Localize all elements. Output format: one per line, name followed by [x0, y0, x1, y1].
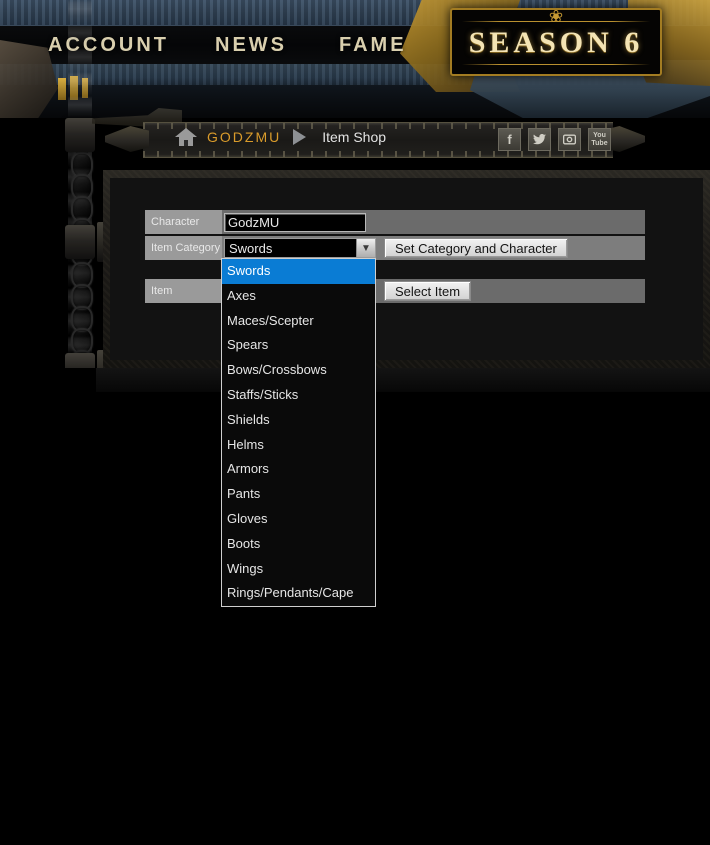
character-input[interactable]	[224, 212, 366, 232]
item-category-option[interactable]: Bows/Crossbows	[222, 358, 375, 383]
select-item-button[interactable]: Select Item	[384, 281, 472, 301]
item-category-option[interactable]: Pants	[222, 482, 375, 507]
item-category-option[interactable]: Axes	[222, 284, 375, 309]
nav-item-news[interactable]: NEWS	[215, 34, 287, 57]
social-links: f You Tube	[498, 128, 611, 151]
item-category-option[interactable]: Wings	[222, 557, 375, 582]
item-category-option[interactable]: Boots	[222, 532, 375, 557]
page-body-shade	[96, 368, 710, 392]
breadcrumb-user[interactable]: GODZMU	[207, 129, 281, 145]
item-category-option[interactable]: Shields	[222, 408, 375, 433]
main-navigation: ACCOUNT NEWS FAME	[0, 25, 440, 65]
chain-clamp	[65, 225, 95, 259]
character-label: Character	[145, 210, 222, 234]
form-row-item-category: Item Category Swords ▼ Set Category and …	[145, 236, 645, 260]
character-field-cell	[222, 210, 645, 234]
item-category-option[interactable]: Staffs/Sticks	[222, 383, 375, 408]
nav-item-fame[interactable]: FAME	[339, 34, 407, 57]
home-icon[interactable]	[175, 128, 197, 146]
nav-item-account[interactable]: ACCOUNT	[48, 34, 169, 57]
breadcrumb-rivets-bottom	[143, 151, 613, 157]
item-category-select[interactable]: Swords ▼	[224, 238, 376, 258]
facebook-icon[interactable]: f	[498, 128, 521, 151]
youtube-icon-line2: Tube	[591, 139, 608, 147]
item-category-option[interactable]: Swords	[222, 259, 375, 284]
item-category-label: Item Category	[145, 236, 222, 260]
chain-clamp	[65, 118, 95, 152]
youtube-icon-line1: You	[593, 132, 606, 140]
item-category-field-cell: Swords ▼ Set Category and Character	[222, 236, 645, 260]
item-category-option[interactable]: Armors	[222, 457, 375, 482]
item-category-option[interactable]: Gloves	[222, 507, 375, 532]
breadcrumb-cap-left	[105, 126, 149, 152]
youtube-icon[interactable]: You Tube	[588, 128, 611, 151]
item-category-option[interactable]: Maces/Scepter	[222, 309, 375, 334]
item-category-selected-value: Swords	[229, 240, 273, 256]
item-category-dropdown-list[interactable]: Swords Axes Maces/Scepter Spears Bows/Crossb…	[221, 258, 376, 608]
season-badge: ❀ SEASON 6	[450, 8, 662, 76]
form-row-character: Character	[145, 210, 645, 234]
form-row-item: Item ▼ Select Item	[145, 279, 645, 303]
twitter-icon[interactable]	[528, 128, 551, 151]
breadcrumb: GODZMU Item Shop	[175, 128, 386, 146]
item-shop-panel	[110, 178, 703, 360]
item-category-option[interactable]: Spears	[222, 333, 375, 358]
season-rule-bottom	[462, 64, 650, 65]
breadcrumb-current-page: Item Shop	[322, 129, 387, 145]
chevron-down-icon[interactable]: ▼	[356, 239, 375, 257]
site-banner: ACCOUNT NEWS FAME ❀ SEASON 6	[0, 0, 710, 118]
season-ornament-icon: ❀	[548, 8, 564, 26]
set-category-and-character-button[interactable]: Set Category and Character	[384, 238, 568, 258]
item-category-option[interactable]: Helms	[222, 433, 375, 458]
season-badge-label: SEASON 6	[468, 26, 644, 59]
item-label: Item	[145, 279, 222, 303]
page-root: ACCOUNT NEWS FAME ❀ SEASON 6 GODZMU Item…	[0, 0, 710, 845]
breadcrumb-bar: GODZMU Item Shop f You Tube	[105, 118, 645, 160]
instagram-icon[interactable]	[558, 128, 581, 151]
home-icon-door	[184, 140, 188, 146]
chevron-right-icon	[293, 129, 307, 145]
item-category-option[interactable]: Rings/Pendants/Cape	[222, 581, 375, 606]
banner-gold-tab-1	[58, 78, 66, 100]
